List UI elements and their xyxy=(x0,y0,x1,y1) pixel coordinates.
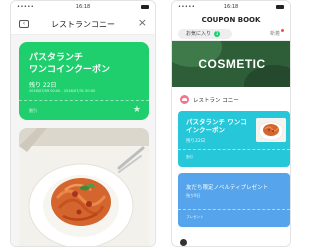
favorites-count-badge: 3 xyxy=(214,31,220,37)
close-icon[interactable]: × xyxy=(138,17,147,28)
battery-icon xyxy=(141,5,149,9)
pasta-photo xyxy=(19,128,149,246)
new-indicator-dot xyxy=(281,29,284,32)
status-bar: ••••• 16:18 xyxy=(172,1,290,13)
tab-new[interactable]: 新着 xyxy=(269,29,284,37)
pasta-thumbnail-image xyxy=(256,118,286,142)
coupon-divider xyxy=(178,149,290,150)
coupon-detail-body: パスタランチ ワンコインクーポン 残り 22日 2016/07/09 00:00… xyxy=(11,35,155,246)
coupon-remaining: 残り9日 xyxy=(186,193,201,198)
coupon-card[interactable]: パスタランチ ワンコインクーポン 残り 22日 2016/07/09 00:00… xyxy=(19,42,149,120)
battery-icon xyxy=(276,5,284,9)
coupon-name-line1: パスタランチ ワンコ xyxy=(186,118,247,126)
page-title: レストランコニー xyxy=(51,20,115,29)
page-title: COUPON BOOK xyxy=(201,16,261,24)
coupon-book-screen: ••••• 16:18 COUPON BOOK お気に入り 3 新着 COSME… xyxy=(171,0,291,247)
cosmetic-banner[interactable]: COSMETIC xyxy=(172,41,290,87)
coupon-thumbnail xyxy=(256,118,286,142)
coupon-detail-screen: ••••• 16:18 ‹ レストランコニー × パスタランチ ワンコインクーポ… xyxy=(10,0,156,247)
coupon-remaining: 残り 22日 xyxy=(29,82,57,89)
coupon-card[interactable]: 友だち限定ノベルティプレゼント 残り9日 プレゼント xyxy=(178,173,290,227)
coupon-divider xyxy=(178,209,290,210)
coupon-tag: 割引 xyxy=(29,108,37,113)
status-time: 16:18 xyxy=(75,4,91,10)
coupon-divider xyxy=(19,100,149,101)
shop-header[interactable]: レストラン コニー xyxy=(172,93,290,107)
tab-favorites-label: お気に入り xyxy=(186,31,212,37)
status-bar: ••••• 16:18 xyxy=(11,1,155,13)
coupon-name-line2: インクーポン xyxy=(186,126,225,134)
tab-bar: お気に入り 3 新着 xyxy=(172,27,290,41)
header-bar: ‹ レストランコニー × xyxy=(11,13,155,35)
coupon-name-line1: パスタランチ xyxy=(29,53,84,63)
shop-name: レストラン コニー xyxy=(193,98,239,104)
tab-favorites[interactable]: お気に入り 3 xyxy=(178,29,232,39)
shop-header[interactable] xyxy=(172,237,290,246)
coupon-card[interactable]: パスタランチ ワンコ インクーポン 残り22日 割引 xyxy=(178,111,290,167)
shop-avatar xyxy=(180,239,187,246)
banner-brand: COSMETIC xyxy=(198,57,266,71)
coupon-remaining: 残り22日 xyxy=(186,139,206,144)
coupon-name: パスタランチ ワンコ インクーポン xyxy=(186,118,247,134)
shop-avatar xyxy=(180,95,189,104)
coupon-tag: プレゼント xyxy=(186,215,204,219)
coupon-period: 2016/07/09 00:00 - 2016/07/31 00:00 xyxy=(29,89,96,93)
favorite-star-icon[interactable]: ★ xyxy=(133,106,141,115)
status-time: 16:18 xyxy=(223,4,239,10)
coupon-tag: 割引 xyxy=(186,155,193,159)
coupon-name: 友だち限定ノベルティプレゼント xyxy=(186,185,269,191)
tab-new-label: 新着 xyxy=(269,31,280,37)
coupon-name-line2: ワンコインクーポン xyxy=(29,65,111,75)
pasta-photo-image xyxy=(19,128,149,246)
coupon-name: パスタランチ ワンコインクーポン xyxy=(29,52,110,76)
